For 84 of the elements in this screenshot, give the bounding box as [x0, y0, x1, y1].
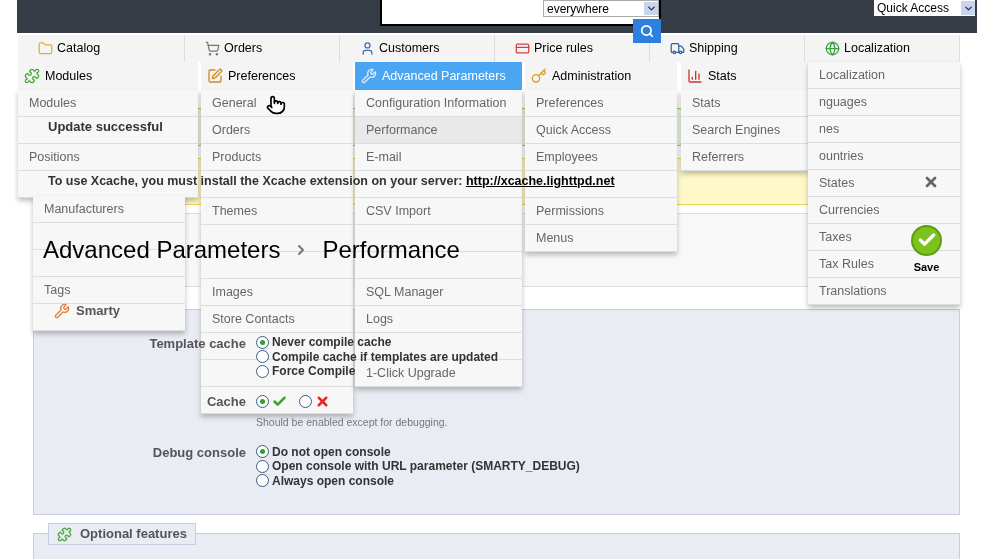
cart-icon	[205, 41, 220, 56]
menu-item[interactable]: Referrers	[692, 149, 745, 165]
menu-item[interactable]: Stats	[692, 95, 721, 111]
radio-label: Do not open console	[272, 444, 391, 459]
menu-item[interactable]: Preferences	[536, 95, 604, 111]
globe-icon	[825, 41, 840, 56]
menu-tab[interactable]: Preferences	[201, 62, 353, 90]
radio-label: Always open console	[272, 473, 395, 488]
menu-item[interactable]: Taxes	[819, 229, 852, 245]
menu-item[interactable]: Tags	[44, 282, 71, 298]
menu-item[interactable]: Products	[212, 149, 262, 165]
dropdown-icon	[644, 2, 658, 15]
folder-icon	[38, 41, 53, 56]
nav-tab[interactable]: Customers	[340, 35, 495, 62]
search-icon	[640, 24, 654, 38]
success-text: Update successful	[48, 118, 163, 137]
menu-item[interactable]: Quick Access	[536, 122, 612, 138]
bar-chart-icon	[687, 68, 703, 84]
pencil-icon	[207, 68, 223, 84]
menu-item[interactable]: Store Contacts	[212, 311, 295, 327]
menu-item[interactable]: Logs	[366, 311, 394, 327]
person-icon	[360, 41, 375, 56]
menu-item[interactable]: Menus	[536, 230, 574, 246]
menu-item[interactable]: Configuration Information	[366, 95, 507, 111]
radio-label: Never compile cache	[272, 335, 392, 350]
radio-button[interactable]	[256, 474, 269, 487]
menu-item[interactable]: ountries	[819, 148, 864, 164]
nav-tab[interactable]: Catalog	[18, 35, 185, 62]
puzzle-icon	[24, 68, 40, 84]
radio-label: Open console with URL parameter (SMARTY_DEBUG)	[272, 459, 580, 473]
wrench-icon	[54, 303, 70, 319]
menu-item[interactable]: SQL Manager	[366, 284, 444, 300]
nav-tab[interactable]: Price rules	[495, 35, 650, 62]
puzzle-icon	[57, 526, 72, 542]
radio-button[interactable]	[256, 459, 269, 473]
radio-button[interactable]	[256, 445, 269, 458]
menu-tab[interactable]: Stats	[681, 62, 808, 90]
menu-tab[interactable]: Modules	[18, 62, 198, 90]
menu-item[interactable]: nguages	[819, 94, 867, 110]
smarty-legend: Smarty	[48, 300, 127, 322]
menu-item[interactable]: Themes	[212, 203, 258, 219]
menu-item[interactable]: Images	[212, 284, 253, 300]
menu-item[interactable]: Orders	[212, 122, 251, 138]
nav-tab[interactable]: Shipping	[650, 35, 805, 62]
radio-label: Compile cache if templates are updated	[272, 349, 499, 364]
search-field[interactable]: everywhere	[380, 0, 661, 26]
field-label: Cache	[205, 392, 246, 411]
xcache-link[interactable]: http://xcache.lighttpd.net	[465, 174, 615, 189]
key-icon	[531, 68, 547, 84]
menu-tab[interactable]: Administration	[525, 62, 677, 90]
breadcrumb-section: Advanced Parameters	[43, 232, 281, 268]
optional-legend: Optional features	[48, 523, 196, 545]
menu-item[interactable]: 1-Click Upgrade	[366, 365, 456, 381]
menu-item[interactable]: Positions	[29, 149, 80, 165]
menu-item[interactable]: nes	[819, 121, 840, 137]
quick-access-select[interactable]: Quick Access	[874, 0, 975, 16]
menu-item[interactable]: Employees	[536, 149, 598, 165]
cross-icon	[315, 394, 330, 409]
nav-tab[interactable]: Localization	[805, 35, 960, 62]
menu-item[interactable]: Manufacturers	[44, 201, 124, 217]
scope-select[interactable]: everywhere	[543, 0, 659, 17]
truck-icon	[670, 41, 685, 56]
menu-item[interactable]: E-mail	[366, 149, 402, 165]
menu-item[interactable]: Localization	[819, 67, 885, 83]
menu-item[interactable]: Permissions	[536, 203, 605, 219]
hint-text: Should be enabled except for debugging.	[256, 414, 448, 430]
menu-item[interactable]: Modules	[29, 95, 77, 111]
menu-item[interactable]: Tax Rules	[819, 256, 874, 272]
check-icon	[272, 394, 287, 409]
menu-item[interactable]: Search Engines	[692, 122, 781, 138]
field-label: Debug console	[151, 444, 246, 463]
menu-item[interactable]: General	[212, 95, 257, 111]
breadcrumb-page: Performance	[322, 235, 460, 265]
nav-tab[interactable]: Orders	[185, 35, 340, 62]
wrench-icon	[361, 68, 377, 84]
card-icon	[515, 41, 530, 56]
menu-item[interactable]: Translations	[819, 283, 887, 299]
field-label: Template cache	[148, 335, 246, 353]
warning-text: To use Xcache, you must install the Xcache extension on your server: http://xcache.lighttpd.net	[48, 173, 615, 191]
radio-label: Force Compile	[272, 364, 356, 379]
search-button[interactable]	[633, 19, 661, 43]
menu-item[interactable]: CSV Import	[366, 203, 431, 219]
menu-item[interactable]: Currencies	[819, 202, 880, 218]
menu-item[interactable]: States	[819, 175, 855, 191]
